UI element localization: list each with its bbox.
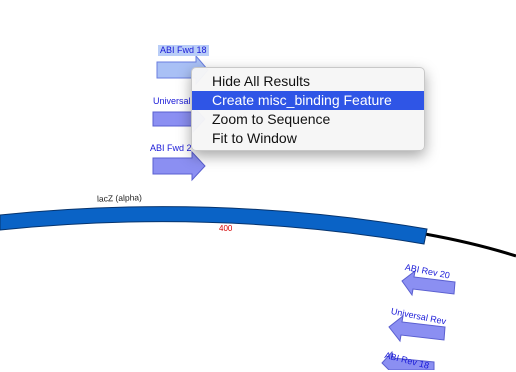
primer-label-abi-fwd-18[interactable]: ABI Fwd 18 [158, 45, 209, 56]
primer-arrow-abi-fwd-2[interactable] [152, 150, 206, 182]
menu-item-zoom-to-sequence[interactable]: Zoom to Sequence [192, 110, 424, 129]
menu-item-hide-all-results[interactable]: Hide All Results [192, 72, 424, 91]
context-menu: Hide All Results Create misc_binding Fea… [191, 67, 425, 151]
backbone-line [424, 232, 516, 258]
primer-label-abi-fwd-2[interactable]: ABI Fwd 2 [150, 143, 192, 154]
sequence-position-label: 400 [219, 224, 233, 233]
menu-item-create-misc-binding-feature[interactable]: Create misc_binding Feature [192, 91, 424, 110]
feature-label-lacz: lacZ (alpha) [96, 192, 143, 204]
menu-item-fit-to-window[interactable]: Fit to Window [192, 129, 424, 148]
lacz-feature-band[interactable] [0, 206, 428, 245]
primer-label-universal-fwd[interactable]: Universal [153, 96, 191, 107]
